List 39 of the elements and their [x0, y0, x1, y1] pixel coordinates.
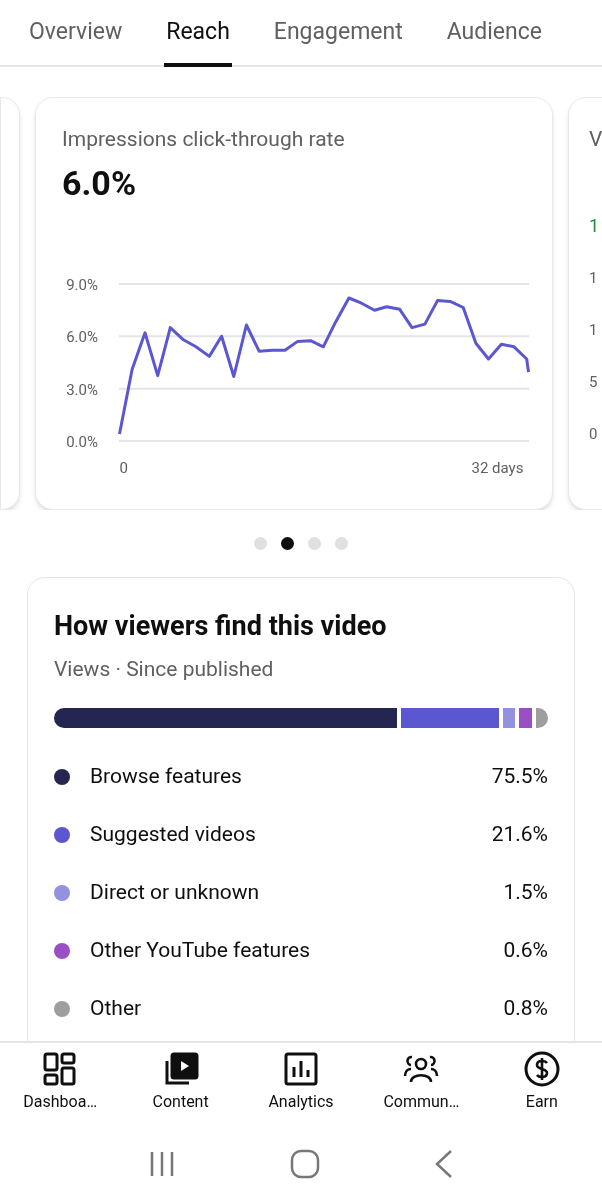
source-name: Direct or unknown [90, 879, 261, 907]
nav-item[interactable]: Dashboa… [0, 1043, 121, 1128]
axis-label: 3.0% [66, 380, 98, 399]
nav-item[interactable]: Analytics [240, 1043, 362, 1128]
card-subtitle: Views · Since published [54, 656, 275, 683]
tab[interactable]: Overview [27, 0, 125, 67]
source-share: 75.5% [491, 763, 548, 791]
source-name: Other [90, 995, 143, 1023]
bar-segment [503, 708, 516, 728]
nav-item[interactable]: Content [120, 1043, 241, 1128]
source-name: Browse features [90, 763, 243, 791]
tab[interactable]: Engagement [271, 0, 405, 67]
axis-label: 0 [119, 459, 128, 477]
source-share: 1.5% [503, 879, 548, 907]
source-share: 0.8% [503, 995, 548, 1023]
nav-item[interactable]: Commun… [361, 1043, 482, 1128]
tab[interactable]: Reach [164, 0, 232, 67]
axis-label: 9.0% [66, 276, 98, 294]
axis-label: 6.0% [66, 328, 98, 347]
axis-label: 1 [589, 320, 599, 340]
axis-label: 0.0% [66, 433, 98, 451]
axis-label: 5 [589, 372, 599, 392]
axis-label: 1 [589, 268, 599, 288]
bar-segment [535, 708, 548, 728]
nav-item[interactable]: Earn [481, 1043, 602, 1128]
metric-title: V [589, 126, 602, 153]
bar-segment [519, 708, 532, 728]
tab[interactable]: Audience [444, 0, 544, 67]
source-name: Suggested videos [90, 821, 257, 849]
source-share: 0.6% [503, 937, 548, 965]
axis-label: 32 days [471, 459, 524, 477]
source-share: 21.6% [491, 821, 548, 849]
metric-title: Impressions click-through rate [61, 126, 346, 153]
axis-label: 0 [589, 424, 599, 444]
source-name: Other YouTube features [90, 937, 312, 965]
metric-change: 1 [589, 214, 601, 238]
home-icon[interactable] [290, 1149, 320, 1179]
metric-value: 6.0% [61, 162, 137, 205]
card-title: How viewers find this video [54, 609, 388, 644]
